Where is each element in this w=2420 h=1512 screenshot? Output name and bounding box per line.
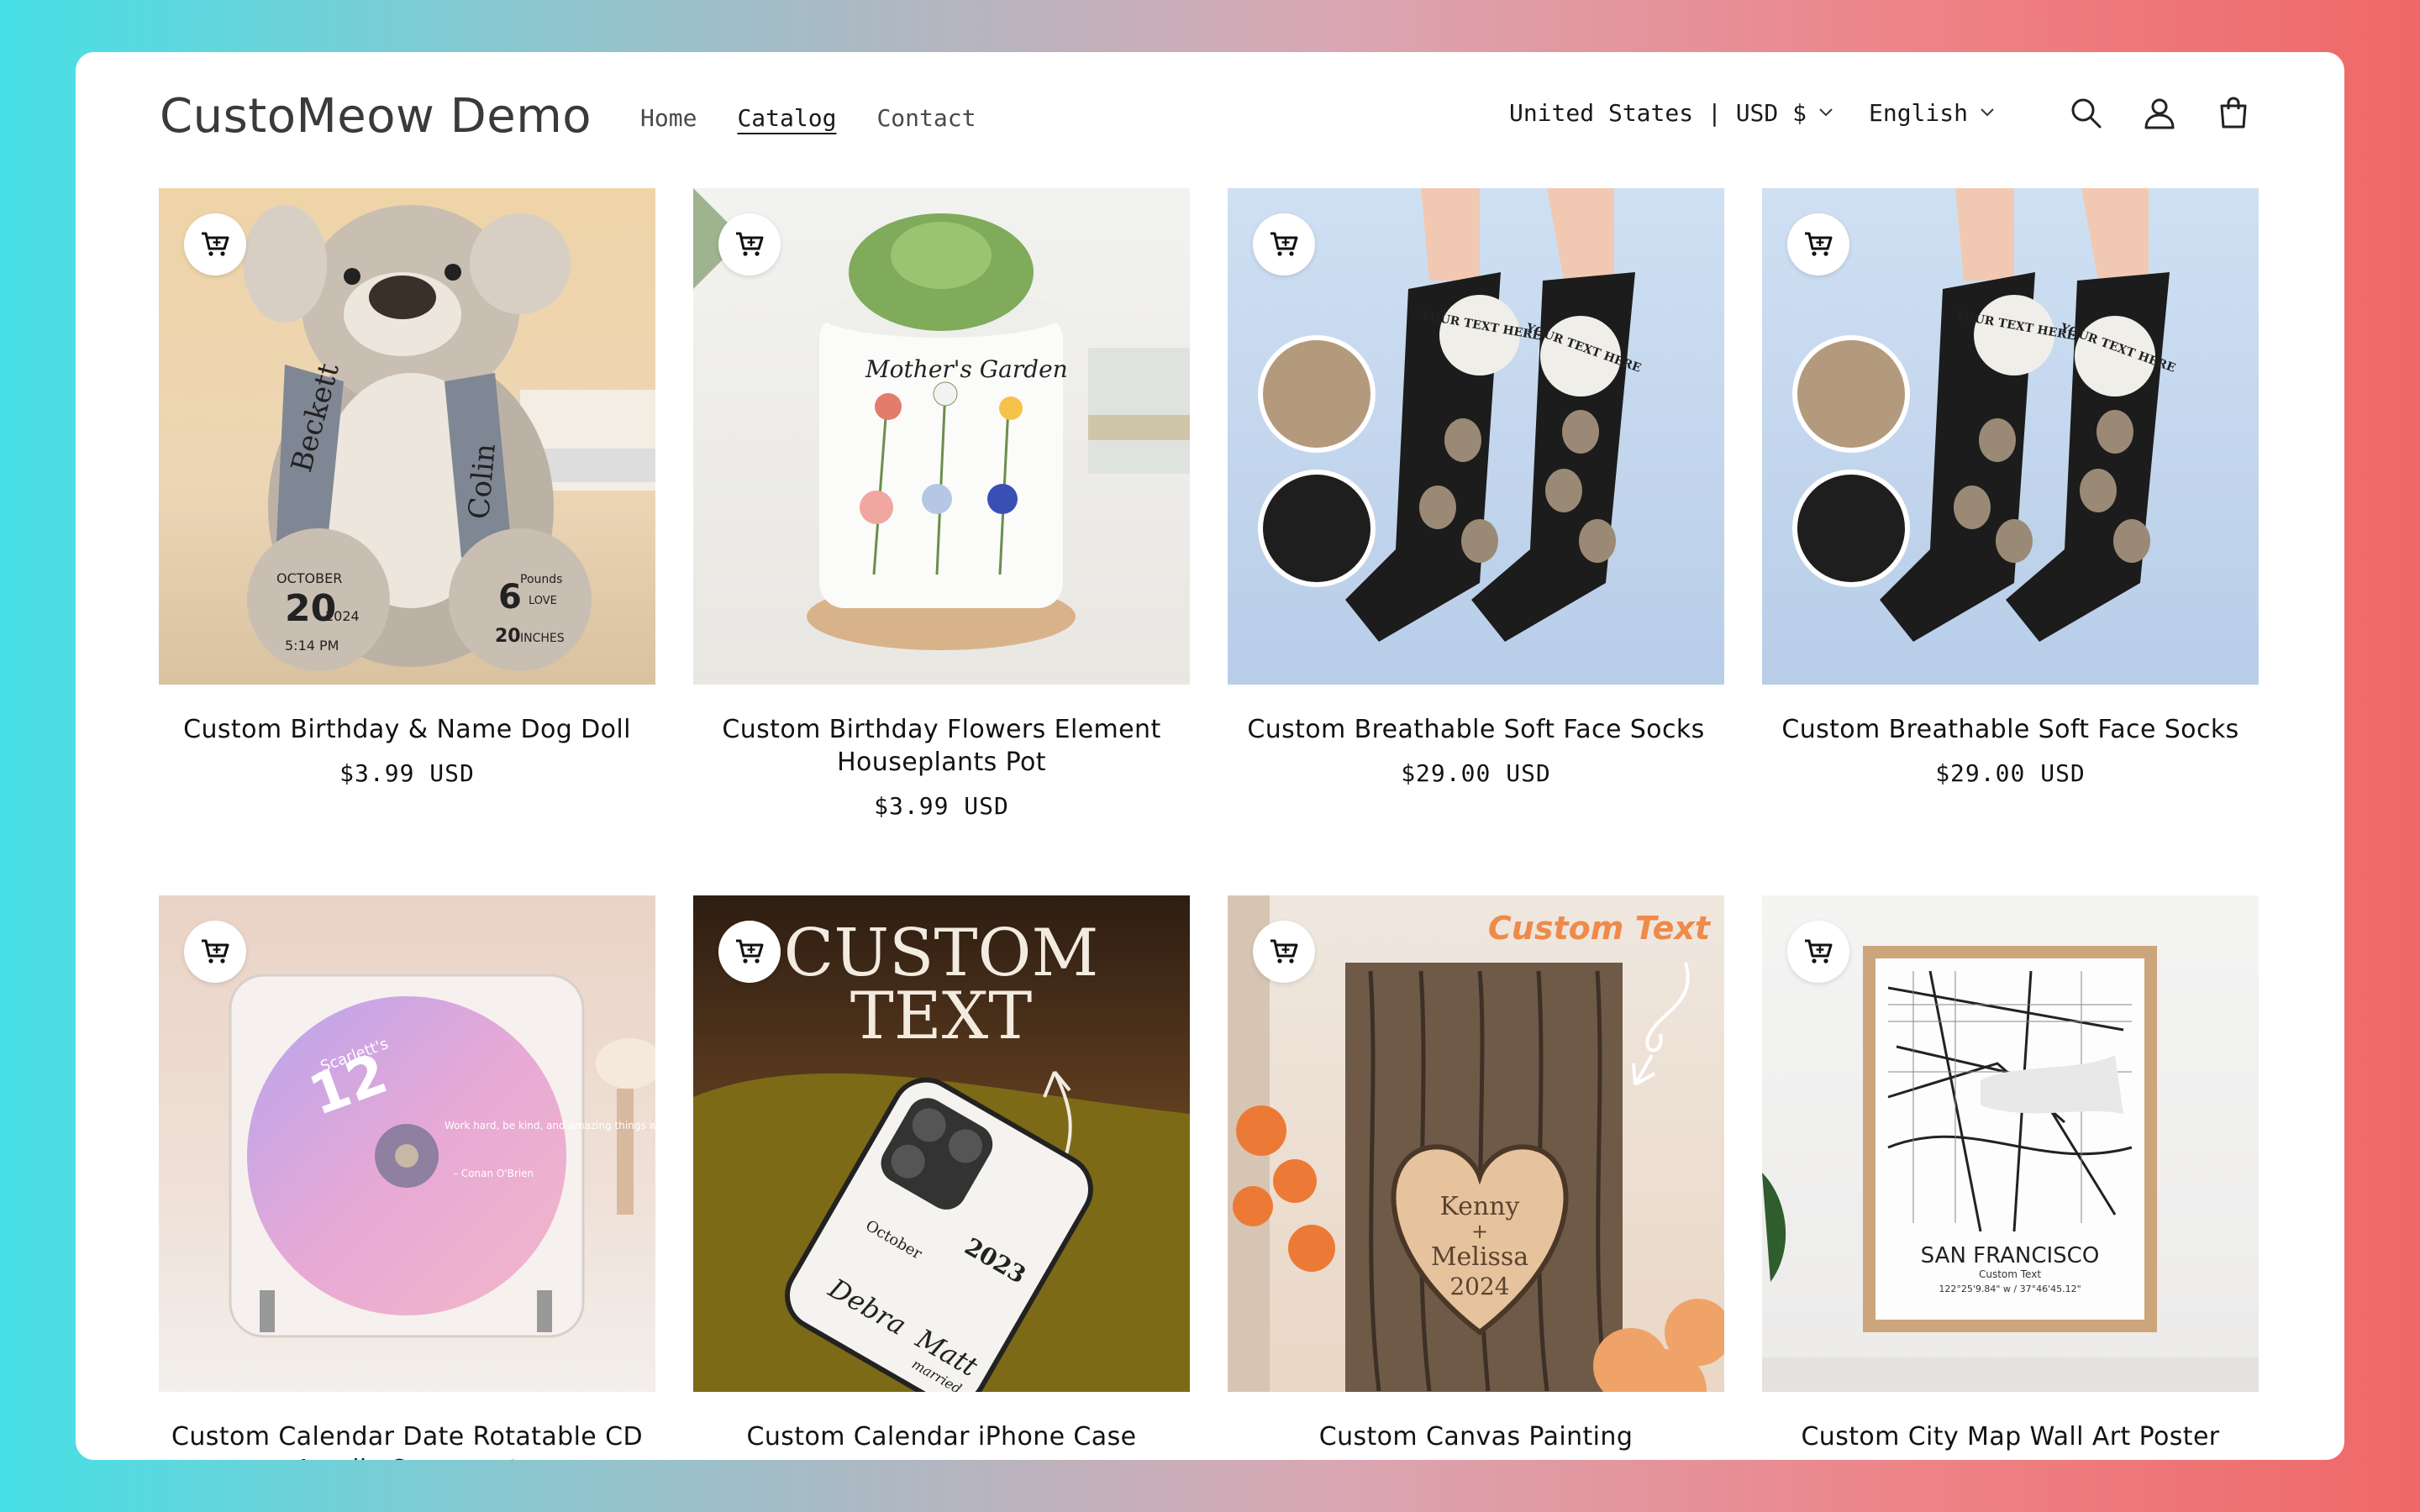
ribbon-text-right: Colin <box>462 443 502 521</box>
store-logo[interactable]: CustoMeow Demo <box>160 89 592 144</box>
product-title[interactable]: Custom Birthday Flowers Element Housepla… <box>693 713 1190 779</box>
header-utilities: United States | USD $ English <box>1509 94 2252 131</box>
country-selector[interactable]: United States | USD $ <box>1509 99 1833 127</box>
add-to-cart-icon <box>1805 232 1833 256</box>
search-icon[interactable] <box>2067 94 2104 131</box>
product-card[interactable]: YOUR TEXT HERE YOUR TEXT HERE Custom Bre… <box>1228 188 1724 787</box>
product-title[interactable]: Custom Canvas Painting <box>1228 1420 1724 1453</box>
product-card[interactable]: Beckett Colin OCTOBER 20 2024 5:14 PM 6 … <box>159 188 655 787</box>
product-card[interactable]: CUSTOM TEXT 2023 October Debra Matt marr… <box>693 895 1190 1453</box>
product-title[interactable]: Custom Calendar Date Rotatable CD Acryli… <box>159 1420 655 1460</box>
product-image[interactable]: YOUR TEXT HERE YOUR TEXT HERE <box>1228 188 1724 685</box>
heart-plus: + <box>1471 1220 1488 1243</box>
doll-foot-weight: 6 <box>498 578 522 617</box>
poster-coordinates: 122°25'9.84" w / 37°46'45.12" <box>1939 1284 2081 1294</box>
custom-text-overlay: Custom Text <box>1488 910 1712 947</box>
quick-add-button[interactable] <box>184 213 246 276</box>
product-image[interactable]: Mother's Garden <box>693 188 1190 685</box>
product-price: $29.00 USD <box>1935 759 2086 787</box>
product-price: $3.99 USD <box>874 792 1009 820</box>
product-title[interactable]: Custom Calendar iPhone Case <box>693 1420 1190 1453</box>
product-image[interactable]: Beckett Colin OCTOBER 20 2024 5:14 PM 6 … <box>159 188 655 685</box>
add-to-cart-icon <box>202 232 229 256</box>
chevron-down-icon <box>1819 108 1833 117</box>
product-card[interactable]: YOUR TEXT HERE YOUR TEXT HERE Custom Bre… <box>1762 188 2259 787</box>
language-selector[interactable]: English <box>1869 99 1995 127</box>
quick-add-button[interactable] <box>1787 921 1849 983</box>
product-image[interactable]: YOUR TEXT HERE YOUR TEXT HERE <box>1762 188 2259 685</box>
quick-add-button[interactable] <box>718 921 781 983</box>
heart-name-1: Kenny <box>1440 1192 1520 1221</box>
browser-window: CustoMeow Demo Home Catalog Contact Unit… <box>76 52 2344 1460</box>
nav-home[interactable]: Home <box>640 104 697 135</box>
doll-foot-time: 5:14 PM <box>285 638 339 654</box>
nav-contact[interactable]: Contact <box>876 104 976 135</box>
quick-add-button[interactable] <box>184 921 246 983</box>
poster-city-text: SAN FRANCISCO <box>1921 1243 2100 1268</box>
product-card[interactable]: Mother's Garden Custom Birthday Flowers … <box>693 188 1190 820</box>
doll-foot-love: LOVE <box>529 595 557 607</box>
chevron-down-icon <box>1981 108 1994 117</box>
product-image[interactable]: Scarlett's 12 Work hard, be kind, and am… <box>159 895 655 1392</box>
doll-foot-length: 20 <box>495 626 521 647</box>
add-to-cart-icon <box>736 939 764 963</box>
doll-foot-unit: Pounds <box>520 573 562 586</box>
country-selector-label: United States | USD $ <box>1508 98 1807 127</box>
quick-add-button[interactable] <box>1253 213 1315 276</box>
product-title[interactable]: Custom City Map Wall Art Poster <box>1762 1420 2259 1453</box>
product-card[interactable]: Kenny + Melissa 2024 Custom Text Custom … <box>1228 895 1724 1453</box>
poster-subtitle: Custom Text <box>1979 1268 2041 1280</box>
account-icon[interactable] <box>2141 94 2178 131</box>
add-to-cart-icon <box>1805 939 1833 963</box>
main-nav: Home Catalog Contact <box>640 104 976 135</box>
add-to-cart-icon <box>202 939 229 963</box>
product-image[interactable]: CUSTOM TEXT 2023 October Debra Matt marr… <box>693 895 1190 1392</box>
heart-name-2: Melissa <box>1431 1242 1528 1272</box>
site-header: CustoMeow Demo Home Catalog Contact Unit… <box>76 52 2344 186</box>
quick-add-button[interactable] <box>1787 213 1849 276</box>
add-to-cart-icon <box>1270 939 1298 963</box>
cd-quote-author: – Conan O'Brien <box>453 1168 534 1179</box>
product-title[interactable]: Custom Breathable Soft Face Socks <box>1228 713 1724 746</box>
cd-quote-text: Work hard, be kind, and amazing things w… <box>445 1120 655 1131</box>
product-price: $3.99 USD <box>339 759 475 787</box>
language-selector-label: English <box>1868 98 1968 127</box>
hero-text-line-2: TEXT <box>850 979 1033 1054</box>
product-title[interactable]: Custom Breathable Soft Face Socks <box>1762 713 2259 746</box>
product-image[interactable]: Kenny + Melissa 2024 Custom Text <box>1228 895 1724 1392</box>
pot-title-text: Mother's Garden <box>865 355 1068 383</box>
heart-year: 2024 <box>1449 1273 1509 1300</box>
doll-foot-length-unit: INCHES <box>520 632 565 645</box>
quick-add-button[interactable] <box>1253 921 1315 983</box>
cart-icon[interactable] <box>2215 94 2252 131</box>
product-image[interactable]: SAN FRANCISCO Custom Text 122°25'9.84" w… <box>1762 895 2259 1392</box>
product-card[interactable]: SAN FRANCISCO Custom Text 122°25'9.84" w… <box>1762 895 2259 1453</box>
product-title[interactable]: Custom Birthday & Name Dog Doll <box>159 713 655 746</box>
add-to-cart-icon <box>1270 232 1298 256</box>
product-price: $29.00 USD <box>1401 759 1551 787</box>
product-card[interactable]: Scarlett's 12 Work hard, be kind, and am… <box>159 895 655 1460</box>
doll-foot-year: 2024 <box>325 608 360 624</box>
doll-foot-month: OCTOBER <box>276 570 342 586</box>
nav-catalog[interactable]: Catalog <box>737 104 836 135</box>
quick-add-button[interactable] <box>718 213 781 276</box>
add-to-cart-icon <box>736 232 764 256</box>
